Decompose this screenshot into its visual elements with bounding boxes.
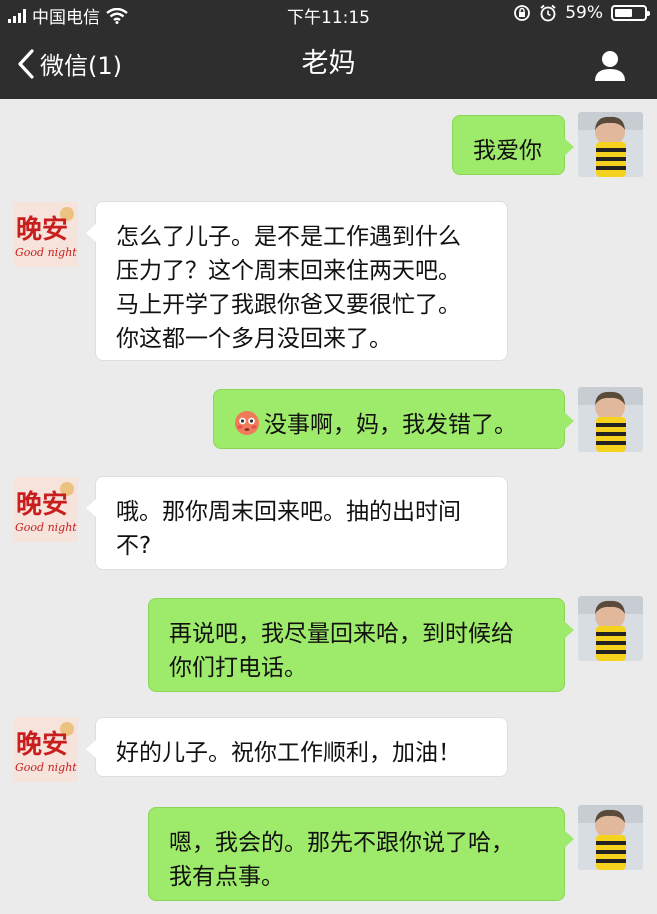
self-avatar-image: [578, 805, 643, 870]
message-line: 再说吧，我尽量回来哈，到时候给: [169, 621, 514, 647]
mom-avatar-text: 晚安: [16, 490, 68, 520]
self-avatar[interactable]: [578, 387, 643, 452]
status-right: 59%: [513, 3, 650, 23]
message-line: 我爱你: [473, 138, 542, 164]
mom-avatar-image: 晚安 Good night: [13, 202, 78, 267]
rotation-lock-icon: [514, 5, 531, 21]
message-line: 压力了？这个周末回来住两天吧。: [116, 258, 461, 284]
mom-avatar-subtext: Good night: [15, 521, 77, 534]
battery-icon: [611, 5, 650, 21]
message-line: 哦。那你周末回来吧。抽的出时间: [116, 499, 461, 525]
chat-title: 老妈: [301, 48, 356, 79]
mom-avatar-text: 晚安: [16, 215, 68, 245]
message-line: 没事啊，妈，我发错了。: [264, 412, 517, 438]
alarm-icon: [540, 4, 556, 22]
self-avatar-image: [578, 596, 643, 661]
self-avatar[interactable]: [578, 596, 643, 661]
message-line: 不?: [116, 533, 152, 559]
battery-percent: 59%: [565, 3, 603, 23]
message-bubble-outgoing[interactable]: 没事啊，妈，我发错了。: [213, 389, 574, 449]
mom-avatar[interactable]: 晚安 Good night: [13, 477, 78, 542]
message-line: 怎么了儿子。是不是工作遇到什么: [116, 224, 461, 250]
flushed-face-icon: [235, 411, 259, 435]
status-bar: 中国电信 下午11:15 59%: [0, 0, 657, 28]
message-bubble-outgoing[interactable]: 再说吧，我尽量回来哈，到时候给 你们打电话。: [148, 598, 574, 692]
message-bubble-incoming[interactable]: 怎么了儿子。是不是工作遇到什么 压力了？这个周末回来住两天吧。 马上开学了我跟你…: [86, 201, 508, 361]
chat-area[interactable]: 我爱你 晚安 Good night 怎么了儿子。是不是工作遇到什么 压力了？这个…: [0, 99, 657, 914]
self-avatar-image: [578, 387, 643, 452]
message-line: 我有点事。: [169, 864, 284, 890]
self-avatar[interactable]: [578, 805, 643, 870]
mom-avatar[interactable]: 晚安 Good night: [13, 202, 78, 267]
nav-bar: 微信(1) 老妈: [0, 28, 657, 99]
mom-avatar-image: 晚安 Good night: [13, 717, 78, 782]
message-line: 你这都一个多月没回来了。: [116, 326, 392, 352]
mom-avatar-subtext: Good night: [15, 246, 77, 259]
message-line: 马上开学了我跟你爸又要很忙了。: [116, 292, 461, 318]
mom-avatar-image: 晚安 Good night: [13, 477, 78, 542]
message-bubble-incoming[interactable]: 好的儿子。祝你工作顺利，加油！: [86, 717, 508, 777]
message-bubble-outgoing[interactable]: 我爱你: [452, 115, 574, 175]
mom-avatar[interactable]: 晚安 Good night: [13, 717, 78, 782]
mom-avatar-subtext: Good night: [15, 761, 77, 774]
self-avatar-image: [578, 112, 643, 177]
message-line: 你们打电话。: [169, 655, 307, 681]
message-bubble-incoming[interactable]: 哦。那你周末回来吧。抽的出时间 不?: [86, 476, 508, 570]
message-bubble-outgoing[interactable]: 嗯，我会的。那先不跟你说了哈， 我有点事。: [148, 807, 574, 901]
user-profile-icon[interactable]: [593, 48, 627, 82]
message-line: 好的儿子。祝你工作顺利，加油！: [116, 740, 461, 766]
message-line-wrap: 没事啊，妈，我发错了。: [234, 408, 544, 442]
message-line: 嗯，我会的。那先不跟你说了哈，: [169, 830, 514, 856]
mom-avatar-text: 晚安: [16, 730, 68, 760]
self-avatar[interactable]: [578, 112, 643, 177]
